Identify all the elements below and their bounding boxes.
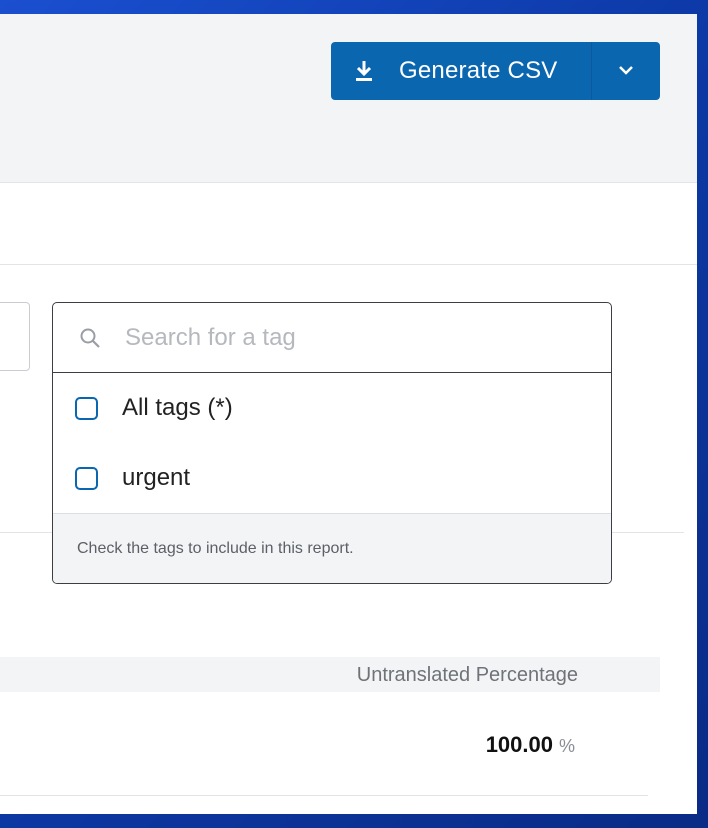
report-page: Generate CSV Untranslated Percentage 100… <box>0 14 697 814</box>
download-icon <box>353 58 375 84</box>
column-header-untranslated-percentage: Untranslated Percentage <box>356 664 578 686</box>
dropdown-hint: Check the tags to include in this report… <box>53 513 611 583</box>
generate-csv-label: Generate CSV <box>399 57 558 84</box>
generate-csv-options-toggle[interactable] <box>592 42 660 100</box>
tag-search-row <box>53 303 611 373</box>
checkbox[interactable] <box>75 396 98 420</box>
generate-csv-button[interactable]: Generate CSV <box>331 42 591 100</box>
chevron-down-icon <box>618 62 634 80</box>
generate-csv-split-button: Generate CSV <box>331 42 660 100</box>
section-divider <box>0 264 697 265</box>
checkbox[interactable] <box>75 466 98 490</box>
tag-option-all[interactable]: All tags (*) <box>53 373 611 443</box>
percentage-unit: % <box>558 736 575 756</box>
tag-option-label: urgent <box>122 464 191 491</box>
tag-search-input[interactable] <box>123 322 547 353</box>
table-header-row: Untranslated Percentage <box>0 657 660 692</box>
hint-text: Check the tags to include in this report… <box>77 539 354 557</box>
tag-option-label: All tags (*) <box>122 394 233 421</box>
untranslated-percentage-cell: 100.00% <box>486 732 575 758</box>
tag-option-urgent[interactable]: urgent <box>53 443 611 513</box>
table-row-divider <box>0 795 648 796</box>
search-icon <box>79 327 101 349</box>
page-header: Generate CSV <box>0 14 697 183</box>
tag-filter-dropdown: All tags (*) urgent Check the tags to in… <box>52 302 612 584</box>
filter-input-partial[interactable] <box>0 302 30 371</box>
percentage-value: 100.00 <box>485 732 553 757</box>
